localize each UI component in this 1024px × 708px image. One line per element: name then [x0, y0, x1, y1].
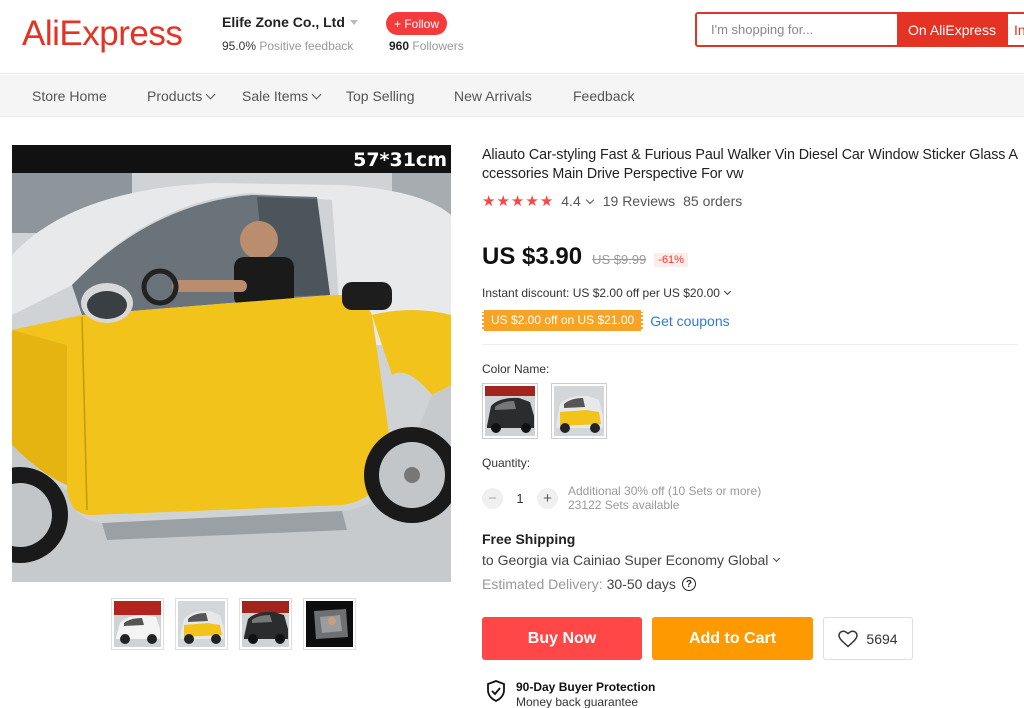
product-title: Aliauto Car-styling Fast & Furious Paul … — [482, 147, 1018, 182]
decrease-quantity-button[interactable]: − — [482, 487, 503, 509]
estimated-delivery: Estimated Delivery: 30-50 days ? — [482, 576, 696, 592]
orders-count: 85 orders — [683, 193, 743, 209]
quantity-stepper: − 1 + Additional 30% off (10 Sets or mor… — [482, 484, 761, 512]
star-rating: ★ ★ ★ ★ ★ — [482, 194, 553, 209]
star-half-icon: ★ — [539, 192, 554, 210]
protection-subtitle: Money back guarantee — [516, 695, 639, 708]
chevron-down-icon — [773, 554, 781, 563]
chevron-down-icon — [723, 287, 731, 296]
feedback-label: Positive feedback — [259, 39, 354, 53]
buy-now-button[interactable]: Buy Now — [482, 617, 642, 660]
thumbnail-black-car[interactable] — [239, 598, 292, 650]
increase-quantity-button[interactable]: + — [537, 487, 558, 509]
nav-label: Products — [147, 88, 203, 104]
nav-label: Store Home — [32, 88, 107, 104]
thumbnail-strip — [111, 598, 356, 650]
nav-products[interactable]: Products — [147, 75, 216, 117]
star-icon: ★ — [482, 192, 496, 210]
color-option-yellow-car[interactable] — [551, 383, 607, 439]
divider — [482, 344, 1018, 345]
size-label: 57*31cm — [353, 149, 447, 171]
shipping-to-label: to Georgia via Cainiao Super Economy Glo… — [482, 552, 769, 568]
store-name-label: Elife Zone Co., Ltd — [222, 14, 345, 30]
store-nav: Store Home Products Sale Items Top Selli… — [0, 75, 1024, 117]
nav-feedback[interactable]: Feedback — [573, 75, 634, 117]
reviews-link[interactable]: 19 Reviews — [603, 193, 675, 209]
quantity-info: Additional 30% off (10 Sets or more) 231… — [568, 484, 761, 512]
black-car-swatch-icon — [485, 386, 535, 436]
product-main-image[interactable]: 57*31cm — [12, 145, 451, 582]
delivery-label: Estimated Delivery: — [482, 576, 603, 592]
color-label: Color Name: — [482, 362, 550, 376]
add-to-cart-button[interactable]: Add to Cart — [652, 617, 813, 660]
search-box: On AliExpress In — [695, 12, 1024, 47]
color-swatches — [482, 383, 607, 439]
yellow-car-swatch-icon — [554, 386, 604, 436]
followers-count: 960 Followers — [389, 39, 464, 53]
nav-label: New Arrivals — [454, 88, 532, 104]
color-option-black-car[interactable] — [482, 383, 538, 439]
shipping-destination[interactable]: to Georgia via Cainiao Super Economy Glo… — [482, 552, 781, 568]
delivery-days: 30-50 days — [606, 576, 676, 592]
nav-store-home[interactable]: Store Home — [32, 75, 107, 117]
nav-top-selling[interactable]: Top Selling — [346, 75, 415, 117]
search-on-aliexpress-button[interactable]: On AliExpress — [897, 14, 1007, 45]
shipping-title: Free Shipping — [482, 531, 576, 547]
nav-label: Sale Items — [242, 88, 309, 104]
quantity-label: Quantity: — [482, 456, 531, 470]
rating-value[interactable]: 4.4 — [561, 193, 580, 209]
buyer-protection: 90-Day Buyer Protection Money back guara… — [486, 680, 655, 708]
wishlist-count: 5694 — [866, 630, 898, 647]
nav-new-arrivals[interactable]: New Arrivals — [454, 75, 532, 117]
star-icon: ★ — [525, 192, 539, 210]
quantity-offer: Additional 30% off (10 Sets or more) — [568, 484, 762, 498]
chevron-down-icon — [349, 20, 358, 25]
store-feedback: 95.0% Positive feedback — [222, 39, 353, 53]
yellow-car-thumbnail-icon — [178, 601, 225, 647]
store-name[interactable]: Elife Zone Co., Ltd — [222, 14, 358, 30]
quantity-value[interactable]: 1 — [503, 491, 537, 506]
nav-label: Top Selling — [346, 88, 415, 104]
nav-label: Feedback — [573, 88, 635, 104]
quantity-available: 23122 Sets available — [568, 498, 680, 512]
search-in-store-button[interactable]: In — [1007, 14, 1024, 45]
heart-icon — [838, 629, 859, 648]
follow-button[interactable]: + Follow — [386, 12, 447, 35]
star-icon: ★ — [510, 192, 525, 210]
discount-badge: -61% — [654, 253, 688, 267]
black-car-thumbnail-icon — [242, 601, 289, 647]
instant-discount[interactable]: Instant discount: US $2.00 off per US $2… — [482, 286, 731, 300]
aliexpress-logo[interactable]: AliExpress — [22, 14, 183, 54]
sticker-closeup-thumbnail-icon — [306, 601, 353, 647]
thumbnail-yellow-car[interactable] — [175, 598, 228, 650]
followers-number: 960 — [389, 39, 410, 53]
instant-discount-label: Instant discount: US $2.00 off per US $2… — [482, 286, 720, 300]
chevron-down-icon — [205, 89, 216, 100]
current-price: US $3.90 — [482, 243, 583, 270]
get-coupons-link[interactable]: Get coupons — [650, 313, 729, 329]
top-header: AliExpress Elife Zone Co., Ltd 95.0% Pos… — [0, 0, 1024, 74]
coupon-row: US $2.00 off on US $21.00 Get coupons — [482, 310, 730, 331]
coupon-tag[interactable]: US $2.00 off on US $21.00 — [482, 310, 644, 331]
yellow-car-photo — [12, 145, 451, 582]
chevron-down-icon — [311, 89, 322, 100]
original-price: US $9.99 — [592, 252, 647, 267]
star-icon: ★ — [496, 192, 510, 210]
thumbnail-sticker-closeup[interactable] — [303, 598, 356, 650]
thumbnail-white-car[interactable] — [111, 598, 164, 650]
white-car-thumbnail-icon — [114, 601, 161, 647]
feedback-percent: 95.0% — [222, 39, 257, 53]
protection-title: 90-Day Buyer Protection — [516, 680, 656, 694]
price-row: US $3.90 US $9.99 -61% — [482, 243, 688, 271]
wishlist-button[interactable]: 5694 — [823, 617, 913, 660]
chevron-down-icon[interactable] — [585, 195, 594, 204]
shield-check-icon — [487, 680, 505, 702]
question-icon[interactable]: ? — [681, 577, 696, 591]
protection-text: 90-Day Buyer Protection Money back guara… — [516, 680, 655, 708]
search-input[interactable] — [697, 14, 897, 45]
nav-sale-items[interactable]: Sale Items — [242, 75, 322, 117]
followers-label: Followers — [412, 39, 464, 53]
rating-row: ★ ★ ★ ★ ★ 4.4 19 Reviews 85 orders — [482, 193, 742, 209]
